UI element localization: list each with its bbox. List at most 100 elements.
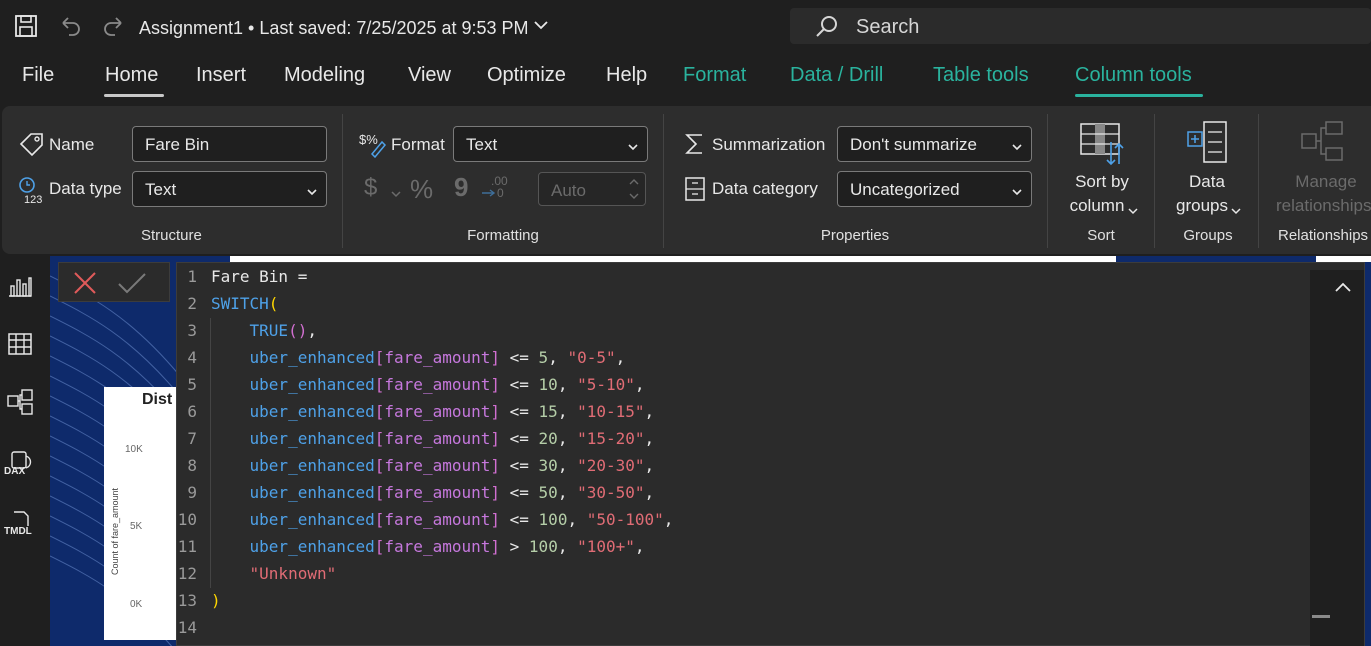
name-label: Name [49, 135, 95, 154]
code-token: ] [490, 510, 501, 529]
datacategory-select[interactable]: Uncategorized [837, 171, 1032, 207]
tab-modeling[interactable]: Modeling [284, 64, 365, 87]
code-token: uber_enhanced [249, 348, 375, 367]
line-number: 1 [187, 267, 197, 286]
format-value: Text [466, 135, 498, 154]
code-token: ) [211, 591, 221, 610]
search-box[interactable]: Search [790, 8, 1371, 44]
currency-icon[interactable]: $ [364, 174, 377, 202]
tab-optimize[interactable]: Optimize [487, 64, 566, 87]
code-token: 30 [538, 456, 558, 475]
tab-file[interactable]: File [22, 64, 54, 87]
comma-style-icon[interactable]: 9 [454, 172, 468, 203]
tab-data-drill[interactable]: Data / Drill [790, 64, 883, 87]
datatype-icon: 123 [18, 176, 46, 206]
tab-home[interactable]: Home [105, 64, 158, 87]
data-groups-button[interactable]: Data groups [1162, 116, 1252, 222]
chevron-down-icon[interactable] [390, 186, 402, 198]
decimal-stepper[interactable]: Auto [538, 172, 646, 206]
code-token: [ [374, 402, 385, 421]
code-token: , [557, 402, 578, 421]
tab-table-tools[interactable]: Table tools [933, 64, 1029, 87]
code-token: 10 [538, 375, 558, 394]
tmdl-label: TMDL [4, 526, 32, 537]
data-category-icon [684, 176, 706, 202]
divider [342, 114, 343, 248]
code-token: [ [374, 429, 385, 448]
dax-formula-editor[interactable]: 1 Fare Bin = 2 SWITCH(3 TRUE(), 4 uber_enhan… [176, 262, 1365, 646]
divider [1154, 114, 1155, 248]
tab-help[interactable]: Help [606, 64, 647, 87]
y-tick-label: 5K [130, 521, 143, 532]
cancel-icon[interactable] [73, 271, 97, 295]
code-token: fare_amount [384, 348, 491, 367]
decimals-bottom: 0 [497, 186, 504, 200]
code-text: uber_enhanced[fare_amount] <= 100, "50-1… [211, 510, 674, 529]
dax-query-view-icon[interactable]: DAX [4, 450, 34, 478]
line-number: 7 [187, 429, 197, 448]
code-token: fare_amount [384, 375, 491, 394]
sort-by-column-button[interactable]: Sort by column [1055, 116, 1149, 222]
code-token: uber_enhanced [249, 483, 375, 502]
format-select[interactable]: Text [453, 126, 648, 162]
report-view-icon[interactable] [6, 272, 34, 300]
tab-insert[interactable]: Insert [196, 64, 246, 87]
code-token: "Unknown" [249, 564, 337, 583]
editor-scrollbar[interactable] [1310, 270, 1364, 646]
relationships-icon [1300, 120, 1344, 166]
data-groups-icon [1186, 120, 1230, 166]
redo-icon[interactable] [100, 12, 128, 40]
tab-column-tools[interactable]: Column tools [1075, 64, 1192, 87]
view-rail: DAX TMDL [0, 256, 50, 646]
tmdl-view-icon[interactable]: TMDL [4, 510, 34, 538]
svg-text:123: 123 [24, 194, 42, 204]
code-token: "100+" [577, 537, 635, 556]
code-token: 50 [538, 483, 558, 502]
line-number: 13 [177, 591, 197, 610]
collapse-editor-icon[interactable] [1334, 280, 1352, 294]
summarization-select[interactable]: Don't summarize [837, 126, 1032, 162]
table-view-icon[interactable] [6, 330, 34, 358]
code-token: uber_enhanced [249, 456, 375, 475]
datatype-select[interactable]: Text [132, 171, 327, 207]
decimal-stepper-value: Auto [551, 181, 586, 200]
datacategory-label: Data category [712, 179, 818, 198]
commit-check-icon[interactable] [117, 271, 147, 295]
model-view-icon[interactable] [6, 388, 34, 416]
line-number: 8 [187, 456, 197, 475]
code-token: "10-15" [577, 402, 645, 421]
code-token: , [557, 429, 578, 448]
code-token: [ [374, 537, 385, 556]
name-field[interactable]: Fare Bin [132, 126, 327, 162]
code-token: ] [490, 456, 501, 475]
y-tick-label: 0K [130, 599, 143, 610]
document-title[interactable]: Assignment1 • Last saved: 7/25/2025 at 9… [139, 18, 529, 39]
decimal-places-icon[interactable]: .00 0 [481, 174, 511, 204]
line-number: 14 [177, 618, 197, 637]
chevron-down-icon [1011, 138, 1023, 151]
manage-relationships-button[interactable]: Manage relationships [1264, 116, 1371, 222]
chevron-down-icon [1127, 203, 1139, 215]
undo-icon[interactable] [56, 12, 84, 40]
tab-format[interactable]: Format [683, 64, 746, 87]
code-token: , [548, 348, 568, 367]
code-text: Fare Bin = [211, 267, 307, 286]
chevron-down-icon[interactable] [532, 16, 550, 34]
code-token: uber_enhanced [249, 402, 375, 421]
code-token: [ [374, 348, 385, 367]
format-label: Format [391, 135, 445, 154]
tag-icon [18, 132, 46, 158]
tab-view[interactable]: View [408, 64, 451, 87]
code-token: , [307, 321, 317, 340]
group-label-relationships: Relationships [1278, 227, 1369, 244]
code-text: "Unknown" [211, 564, 337, 583]
percent-icon[interactable]: % [410, 174, 433, 205]
code-token: ] [490, 375, 501, 394]
code-token: > [500, 537, 529, 556]
code-token: 100 [538, 510, 568, 529]
code-token: SWITCH [211, 294, 269, 313]
save-icon[interactable] [12, 12, 40, 40]
code-text: SWITCH( [211, 294, 278, 313]
search-placeholder: Search [856, 16, 920, 38]
